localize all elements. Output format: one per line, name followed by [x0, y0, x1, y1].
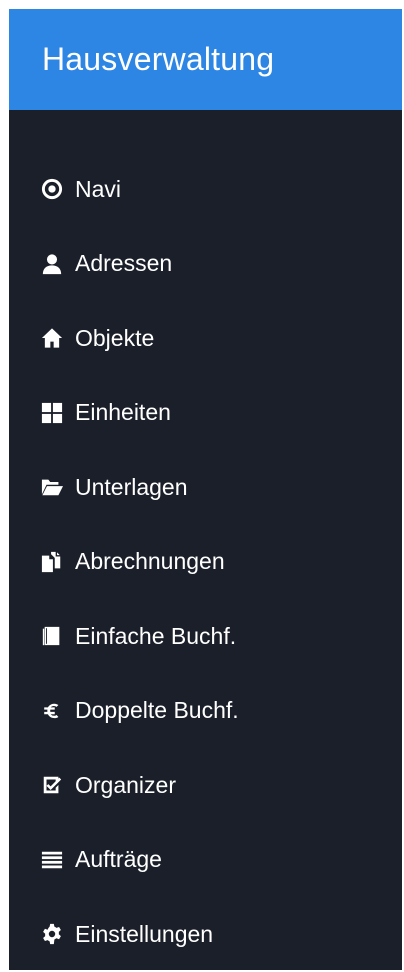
sidebar-item-doppelte-buchf[interactable]: Doppelte Buchf. — [9, 674, 402, 749]
checkbox-icon — [39, 772, 65, 798]
sidebar-item-auftraege[interactable]: Aufträge — [9, 823, 402, 898]
sidebar-item-organizer[interactable]: Organizer — [9, 748, 402, 823]
sidebar-item-label: Einstellungen — [75, 920, 214, 947]
user-icon — [39, 251, 65, 277]
folder-open-icon — [39, 474, 65, 500]
sidebar-item-label: Doppelte Buchf. — [75, 697, 239, 724]
sidebar-menu: Navi Adressen Objekte Einheiten Unterlag — [9, 110, 402, 972]
sidebar-item-abrechnungen[interactable]: Abrechnungen — [9, 525, 402, 600]
grid-icon — [39, 400, 65, 426]
sidebar-item-navi[interactable]: Navi — [9, 152, 402, 227]
list-icon — [39, 847, 65, 873]
sidebar-item-einheiten[interactable]: Einheiten — [9, 376, 402, 451]
book-icon — [39, 623, 65, 649]
target-icon — [39, 176, 65, 202]
sidebar-item-adressen[interactable]: Adressen — [9, 227, 402, 302]
sidebar-item-label: Einheiten — [75, 399, 171, 426]
sidebar-item-objekte[interactable]: Objekte — [9, 301, 402, 376]
sidebar-item-label: Abrechnungen — [75, 548, 225, 575]
sidebar-item-label: Objekte — [75, 324, 155, 351]
sidebar: Hausverwaltung Navi Adressen Objekte Ein… — [9, 9, 402, 970]
sidebar-item-label: Organizer — [75, 771, 176, 798]
sidebar-item-label: Navi — [75, 175, 122, 202]
sidebar-item-einstellungen[interactable]: Einstellungen — [9, 897, 402, 972]
documents-icon — [39, 549, 65, 575]
sidebar-item-unterlagen[interactable]: Unterlagen — [9, 450, 402, 525]
sidebar-item-label: Einfache Buchf. — [75, 622, 237, 649]
euro-icon — [39, 698, 65, 724]
gear-icon — [39, 921, 65, 947]
home-icon — [39, 325, 65, 351]
app-title[interactable]: Hausverwaltung — [9, 9, 402, 110]
sidebar-item-einfache-buchf[interactable]: Einfache Buchf. — [9, 599, 402, 674]
sidebar-item-label: Adressen — [75, 250, 173, 277]
sidebar-item-label: Unterlagen — [75, 473, 188, 500]
sidebar-item-label: Aufträge — [75, 846, 162, 873]
